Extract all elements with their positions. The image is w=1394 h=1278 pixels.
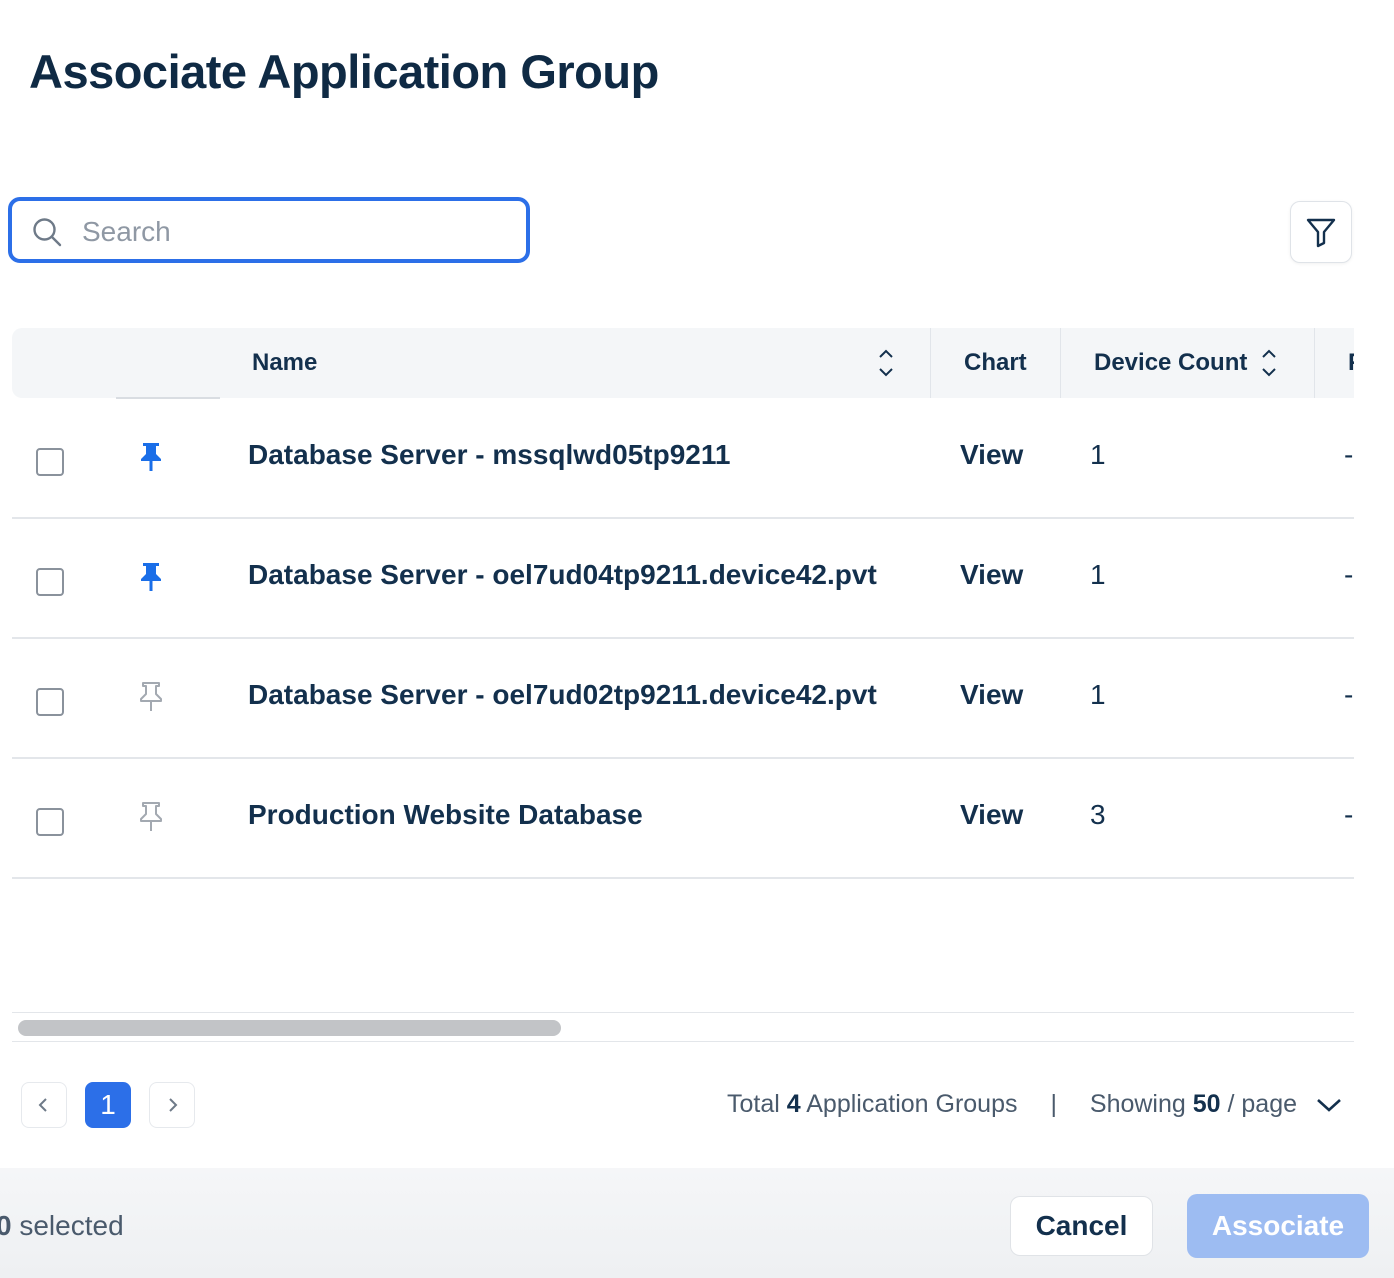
column-header-chart-label: Chart: [964, 349, 1027, 376]
column-header-name-label: Name: [252, 349, 318, 376]
page-size-suffix: / page: [1227, 1090, 1298, 1118]
row-name: Database Server - oel7ud02tp9211.device4…: [248, 679, 877, 710]
horizontal-scrollbar[interactable]: [12, 1012, 1354, 1042]
table-row[interactable]: Database Server - oel7ud04tp9211.device4…: [12, 519, 1354, 639]
column-header-name[interactable]: Name: [252, 328, 317, 398]
row-device-count: 3: [1090, 799, 1106, 830]
showing-prefix: Showing: [1089, 1090, 1186, 1118]
row-extra-value: -: [1344, 679, 1354, 710]
pagination-separator: |: [1050, 1090, 1057, 1118]
view-chart-link[interactable]: View: [960, 679, 1023, 711]
view-chart-link[interactable]: View: [960, 439, 1023, 471]
selected-label: selected: [19, 1210, 124, 1241]
row-device-count: 1: [1090, 679, 1106, 710]
row-device-count: 1: [1090, 559, 1106, 590]
chevron-down-icon[interactable]: [1316, 1097, 1342, 1113]
prev-page-button[interactable]: [21, 1082, 67, 1128]
pin-filled-icon[interactable]: [136, 561, 166, 593]
sort-device-count-icon[interactable]: [1261, 347, 1277, 379]
search-icon: [33, 218, 62, 247]
total-prefix: Total: [727, 1090, 780, 1118]
selected-count: 0: [0, 1210, 12, 1241]
dialog-footer: 0 selected Cancel Associate: [0, 1168, 1394, 1278]
filter-icon: [1306, 218, 1336, 248]
page-size-value: 50: [1192, 1090, 1221, 1118]
row-extra-value: -: [1344, 799, 1354, 830]
row-checkbox[interactable]: [36, 568, 64, 596]
pagination-summary: Total 4 Application Groups | Showing 50 …: [727, 1090, 1342, 1119]
table-row[interactable]: Database Server - mssqlwd05tp9211 View 1…: [12, 399, 1354, 519]
column-header-device-count[interactable]: Device Count: [1094, 328, 1277, 398]
row-checkbox[interactable]: [36, 808, 64, 836]
cancel-button[interactable]: Cancel: [1010, 1196, 1153, 1256]
dialog-title: Associate Application Group: [29, 45, 659, 98]
view-chart-link[interactable]: View: [960, 799, 1023, 831]
search-input[interactable]: [80, 211, 514, 253]
table-row[interactable]: Database Server - oel7ud02tp9211.device4…: [12, 639, 1354, 759]
pin-filled-icon[interactable]: [136, 441, 166, 473]
row-name: Database Server - mssqlwd05tp9211: [248, 439, 731, 470]
column-header-partial: F: [1348, 328, 1354, 398]
row-extra-value: -: [1344, 439, 1354, 470]
row-device-count: 1: [1090, 439, 1106, 470]
total-suffix: Application Groups: [806, 1090, 1018, 1118]
column-header-chart: Chart: [964, 328, 1027, 398]
search-box[interactable]: [8, 197, 530, 263]
row-checkbox[interactable]: [36, 688, 64, 716]
page-button-current[interactable]: 1: [85, 1082, 131, 1128]
page-size-selector[interactable]: Showing 50 / page: [1090, 1090, 1342, 1118]
table-header: Name Chart Device Count F: [12, 328, 1354, 398]
associate-button[interactable]: Associate: [1187, 1194, 1369, 1258]
column-header-device-count-label: Device Count: [1094, 349, 1248, 376]
next-page-button[interactable]: [149, 1082, 195, 1128]
row-checkbox[interactable]: [36, 448, 64, 476]
table-row[interactable]: Production Website Database View 3 -: [12, 759, 1354, 879]
column-divider: [1060, 328, 1061, 398]
row-name: Database Server - oel7ud04tp9211.device4…: [248, 559, 877, 590]
view-chart-link[interactable]: View: [960, 559, 1023, 591]
chevron-right-icon: [169, 1098, 178, 1112]
pin-outline-icon[interactable]: [136, 801, 166, 833]
column-divider: [1314, 328, 1315, 398]
column-header-partial-label: F: [1348, 349, 1354, 377]
chevron-left-icon: [38, 1098, 47, 1112]
row-extra-value: -: [1344, 559, 1354, 590]
total-count: 4: [786, 1090, 801, 1118]
filter-button[interactable]: [1290, 201, 1352, 263]
column-divider: [930, 328, 931, 398]
sort-name-icon[interactable]: [878, 347, 894, 379]
scrollbar-thumb[interactable]: [18, 1020, 561, 1036]
selection-status: 0 selected: [0, 1210, 124, 1242]
pin-outline-icon[interactable]: [136, 681, 166, 713]
row-name: Production Website Database: [248, 799, 643, 830]
